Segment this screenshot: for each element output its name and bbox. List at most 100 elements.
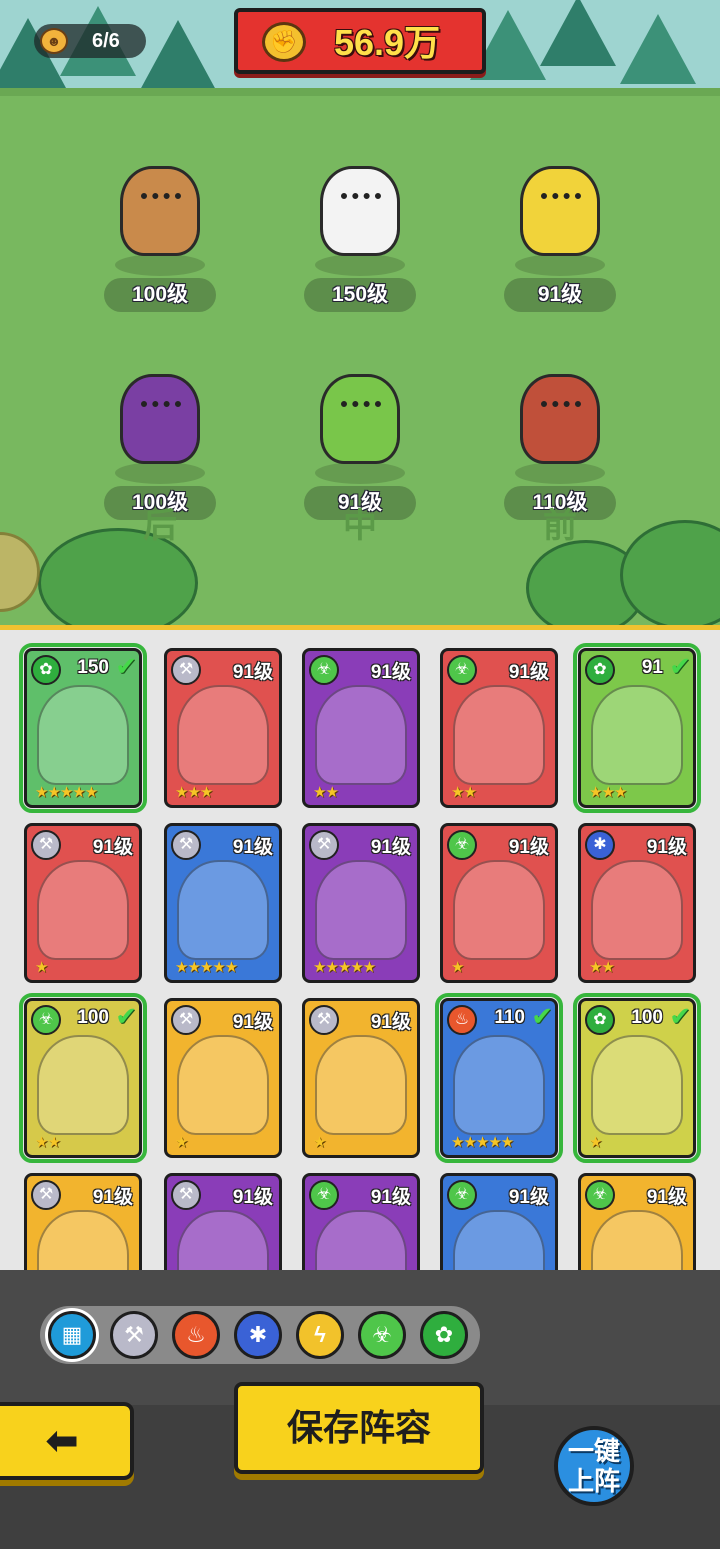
hero-card[interactable]: ✿ 100 ✔ ★ (573, 993, 701, 1163)
bush-decoration (620, 520, 720, 625)
hero-portrait (315, 685, 407, 785)
hero-card[interactable]: ✱ 91级 ★★ (578, 823, 696, 983)
hero-card-level: 91级 (232, 837, 273, 858)
tech-element-icon: ⚒ (171, 830, 201, 860)
hero-card-level: 91级 (370, 1187, 411, 1208)
hero-portrait (591, 685, 683, 785)
dryad-hero-icon (320, 374, 400, 464)
hero-card-level: 91级 (232, 1012, 273, 1033)
formation-slot-front-bottom[interactable]: 110级 (480, 334, 640, 524)
hero-card[interactable]: ⚒ 91级 ★ (164, 998, 282, 1158)
deployed-check-icon: ✔ (669, 651, 691, 681)
filter-ice-icon[interactable]: ✱ (234, 1311, 282, 1359)
hero-card-level: 91级 (508, 1187, 549, 1208)
hero-portrait (315, 1210, 407, 1270)
hero-card[interactable]: ✿ 150 ✔ ★★★★★ (19, 643, 147, 813)
formation-slot-middle-top[interactable]: 150级 (280, 126, 440, 316)
duck-hero-icon (320, 166, 400, 256)
save-formation-button[interactable]: 保存阵容 (234, 1382, 484, 1474)
nature-element-icon: ✿ (31, 655, 61, 685)
tree-decoration (620, 14, 696, 84)
ground-edge (0, 88, 720, 96)
tech-element-icon: ⚒ (31, 1180, 61, 1210)
hero-star-rating: ★ (35, 959, 48, 976)
fire-element-icon: ♨ (447, 1005, 477, 1035)
back-button[interactable]: ⬅ (0, 1402, 134, 1480)
nature-element-icon: ✿ (585, 1005, 615, 1035)
poison-element-icon: ☣ (31, 1005, 61, 1035)
formation-slot-back-top[interactable]: 100级 (80, 126, 240, 316)
hero-portrait (37, 1210, 129, 1270)
tree-decoration (540, 0, 616, 66)
hero-card[interactable]: ⚒ 91级 ★ (302, 998, 420, 1158)
battle-formation-area: ☻ 6/6 ✊ 56.9万 100级 100级 150级 91级 91级 110… (0, 0, 720, 625)
pangolin-hero-icon (520, 374, 600, 464)
formation-slot-front-top[interactable]: 91级 (480, 126, 640, 316)
deployed-check-icon: ✔ (531, 1001, 553, 1031)
hero-card[interactable]: ☣ 91级 (440, 1173, 558, 1270)
auto-deploy-button[interactable]: 一键 上阵 (554, 1426, 634, 1506)
poison-element-icon: ☣ (309, 655, 339, 685)
row-label-middle: 中 (343, 507, 377, 545)
hero-card-level: 91级 (370, 1012, 411, 1033)
tree-decoration (140, 20, 216, 90)
slot-shadow (115, 462, 205, 484)
slot-level-label: 91级 (504, 278, 616, 312)
hero-card[interactable]: ⚒ 91级 ★★★★★ (164, 823, 282, 983)
hero-card[interactable]: ✿ 91 ✔ ★★★ (573, 643, 701, 813)
hero-portrait (453, 860, 545, 960)
hero-card[interactable]: ☣ 91级 ★★ (440, 648, 558, 808)
hero-portrait (453, 1035, 545, 1135)
team-power-display: ✊ 56.9万 (234, 8, 486, 74)
poison-element-icon: ☣ (309, 1180, 339, 1210)
hero-card-level: 91级 (370, 837, 411, 858)
hero-card[interactable]: ⚒ 91级 (164, 1173, 282, 1270)
slot-shadow (315, 462, 405, 484)
hero-card-level: 91级 (370, 662, 411, 683)
hero-card[interactable]: ♨ 110 ✔ ★★★★★ (435, 993, 563, 1163)
hero-card-level: 91级 (508, 837, 549, 858)
filter-all-icon[interactable]: ▦ (48, 1311, 96, 1359)
hero-star-rating: ★★★★★ (175, 959, 238, 976)
hero-card-level: 91级 (92, 837, 133, 858)
hero-card[interactable]: ⚒ 91级 ★★★★★ (302, 823, 420, 983)
hero-star-rating: ★★★★★ (451, 1134, 514, 1151)
filter-fire-icon[interactable]: ♨ (172, 1311, 220, 1359)
element-filter-bar: ▦ ⚒ ♨ ✱ ϟ ☣ ✿ (40, 1306, 480, 1364)
formation-slot-middle-bottom[interactable]: 91级 (280, 334, 440, 524)
hero-star-rating: ★★ (313, 784, 339, 801)
hero-card[interactable]: ⚒ 91级 ★ (24, 823, 142, 983)
hero-portrait (37, 685, 129, 785)
hero-card[interactable]: ⚒ 91级 ★★★ (164, 648, 282, 808)
hero-portrait (315, 1035, 407, 1135)
hero-card-level: 100 (77, 1007, 109, 1028)
nature-element-icon: ✿ (585, 655, 615, 685)
hero-card[interactable]: ☣ 91级 (578, 1173, 696, 1270)
hero-card[interactable]: ☣ 91级 ★ (440, 823, 558, 983)
hero-card[interactable]: ⚒ 91级 (24, 1173, 142, 1270)
formation-slot-back-bottom[interactable]: 100级 (80, 334, 240, 524)
tech-element-icon: ⚒ (171, 1005, 201, 1035)
hero-card-level: 91级 (92, 1187, 133, 1208)
hero-card[interactable]: ☣ 91级 ★★ (302, 648, 420, 808)
filter-thunder-icon[interactable]: ϟ (296, 1311, 344, 1359)
hero-portrait (37, 860, 129, 960)
auto-deploy-label-line1: 一键 (567, 1436, 620, 1466)
hero-star-rating: ★★ (35, 1134, 61, 1151)
filter-poison-icon[interactable]: ☣ (358, 1311, 406, 1359)
tech-element-icon: ⚒ (171, 655, 201, 685)
hero-card[interactable]: ☣ 100 ✔ ★★ (19, 993, 147, 1163)
auto-deploy-label-line2: 上阵 (567, 1466, 620, 1496)
slot-shadow (115, 254, 205, 276)
hero-collection-grid[interactable]: ✿ 150 ✔ ★★★★★ ⚒ 91级 ★★★ ☣ 91级 ★★ ☣ 91级 ★★ ✿ 91 ✔ ★★★ ⚒ 91级… (0, 625, 720, 1270)
hero-card-level: 110 (494, 1007, 525, 1028)
slot-shadow (515, 254, 605, 276)
hero-card-level: 91级 (232, 662, 273, 683)
poison-element-icon: ☣ (585, 1180, 615, 1210)
tech-element-icon: ⚒ (31, 830, 61, 860)
hero-card[interactable]: ☣ 91级 (302, 1173, 420, 1270)
hero-card-level: 91级 (646, 837, 687, 858)
filter-tech-icon[interactable]: ⚒ (110, 1311, 158, 1359)
filter-nature-icon[interactable]: ✿ (420, 1311, 468, 1359)
hero-card-level: 91 (641, 657, 663, 678)
